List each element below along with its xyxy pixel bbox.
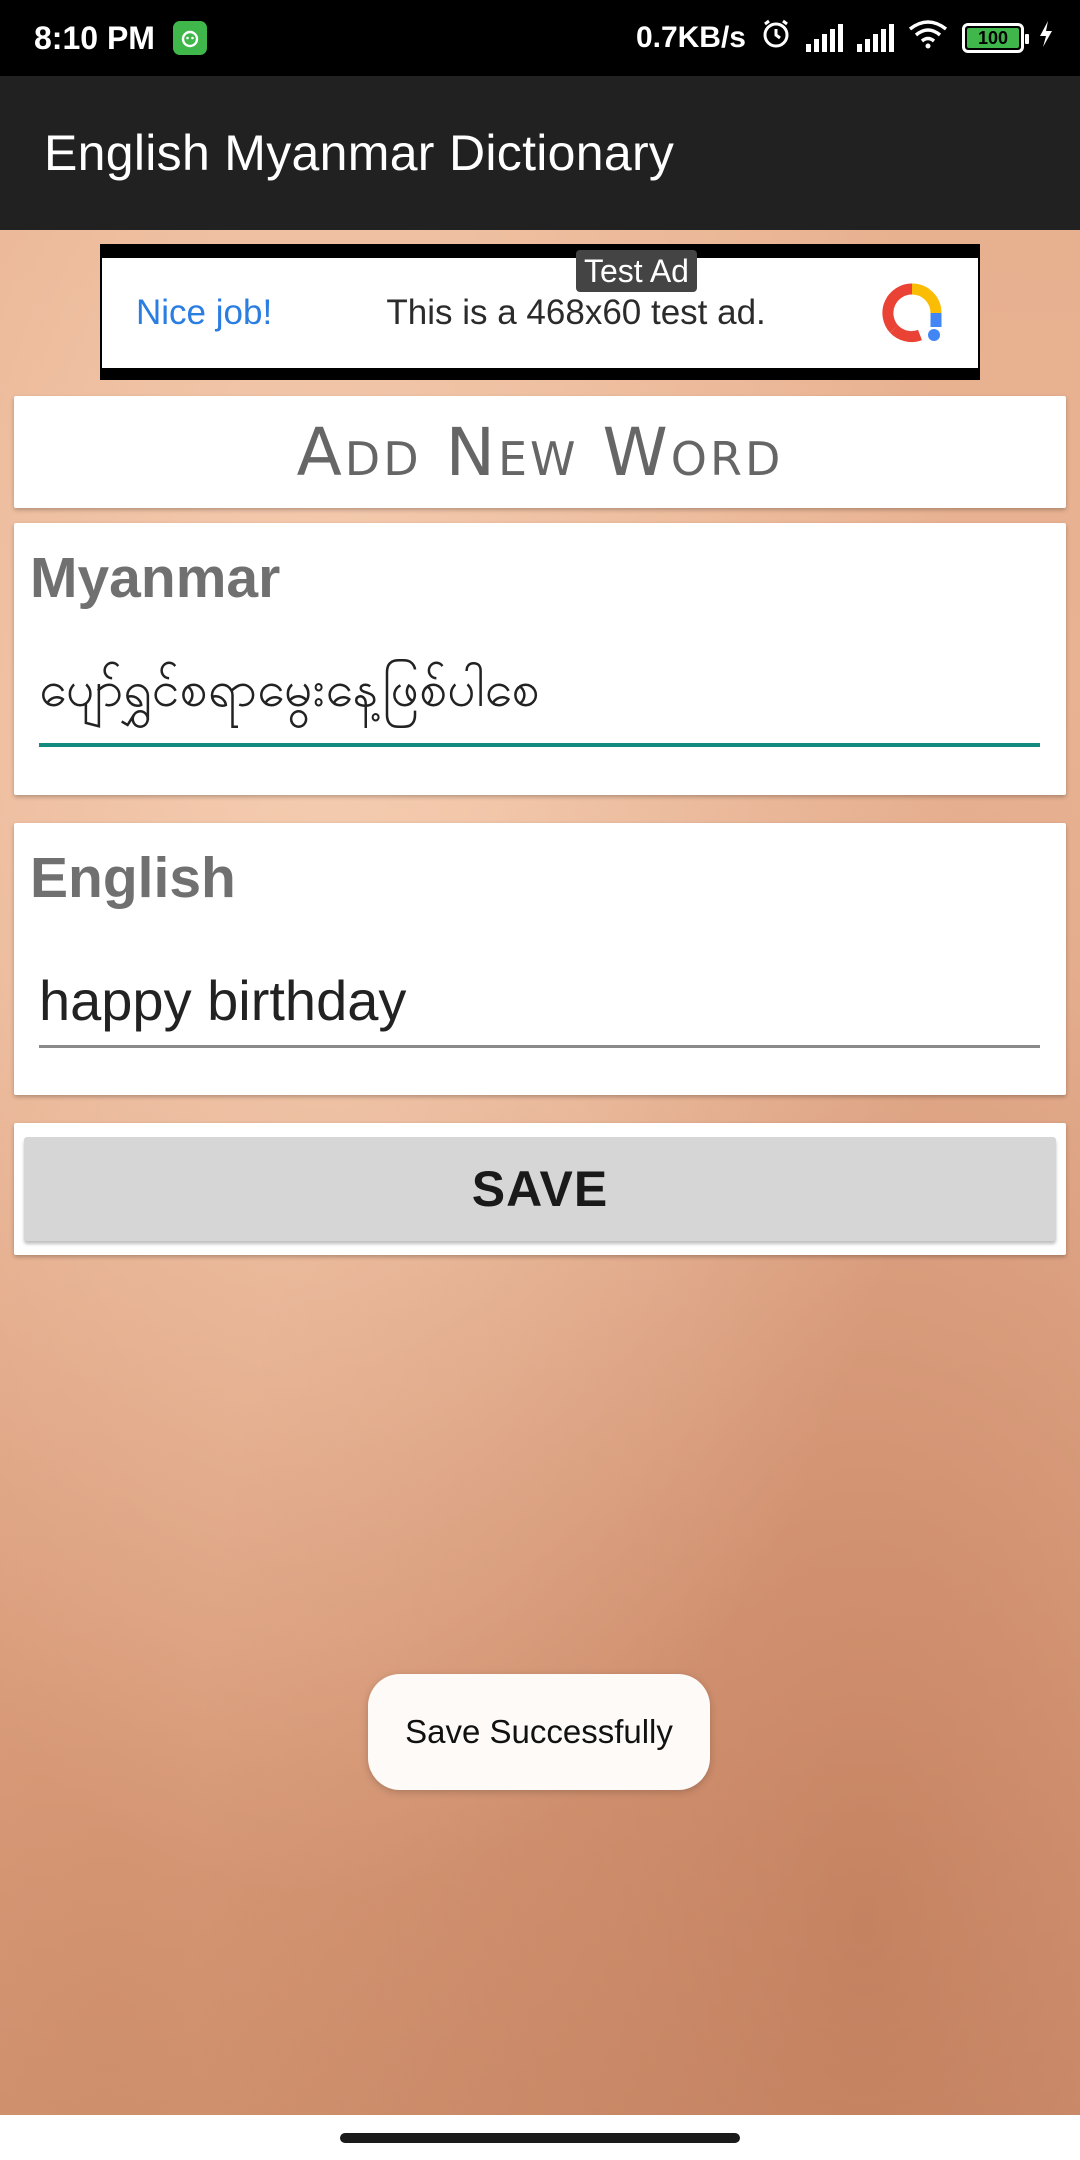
- main-content: Nice job! This is a 468x60 test ad. Test…: [0, 230, 1080, 2115]
- add-word-heading-card: Add New Word: [14, 396, 1066, 508]
- signal-icon: [857, 24, 894, 52]
- status-time: 8:10 PM: [34, 19, 155, 56]
- signal-icon: [806, 24, 843, 52]
- android-notification-icon: [172, 21, 207, 55]
- ad-banner[interactable]: Nice job! This is a 468x60 test ad. Test…: [100, 244, 980, 380]
- myanmar-label: Myanmar: [30, 546, 281, 610]
- app-bar: English Myanmar Dictionary: [0, 76, 1080, 230]
- app-title: English Myanmar Dictionary: [44, 125, 675, 181]
- ad-text[interactable]: This is a 468x60 test ad.: [386, 293, 765, 333]
- myanmar-field-card: Myanmar ပျော်ရွှင်စရာမွေးနေ့ဖြစ်ပါစေ: [14, 523, 1066, 795]
- status-right: 0.7KB/s 100: [636, 18, 1054, 58]
- myanmar-input[interactable]: ပျော်ရွှင်စရာမွေးနေ့ဖြစ်ပါစေ: [39, 658, 1040, 747]
- ad-headline[interactable]: Nice job!: [136, 293, 272, 333]
- alarm-icon: [760, 18, 792, 58]
- save-card: SAVE: [14, 1123, 1066, 1255]
- english-field-card: English happy birthday: [14, 823, 1066, 1095]
- battery-level: 100: [977, 27, 1009, 48]
- save-button[interactable]: SAVE: [24, 1137, 1056, 1241]
- home-gesture-handle[interactable]: [340, 2133, 740, 2143]
- status-left: 8:10 PM: [34, 20, 207, 57]
- network-speed: 0.7KB/s: [635, 21, 746, 54]
- status-bar: 8:10 PM 0.7KB/s 100: [0, 0, 1080, 76]
- navigation-bar: [0, 2115, 1080, 2160]
- ad-body[interactable]: Nice job! This is a 468x60 test ad.: [102, 258, 978, 368]
- charging-icon: [1038, 20, 1054, 56]
- battery-icon: 100: [962, 23, 1029, 53]
- wifi-icon: [908, 19, 948, 57]
- page-title: Add New Word: [296, 413, 784, 491]
- toast-message: Save Successfully: [368, 1674, 710, 1790]
- english-input[interactable]: happy birthday: [39, 968, 1040, 1048]
- english-label: English: [30, 846, 236, 910]
- ad-logo-icon[interactable]: [880, 281, 944, 345]
- test-ad-badge: Test Ad: [576, 250, 697, 292]
